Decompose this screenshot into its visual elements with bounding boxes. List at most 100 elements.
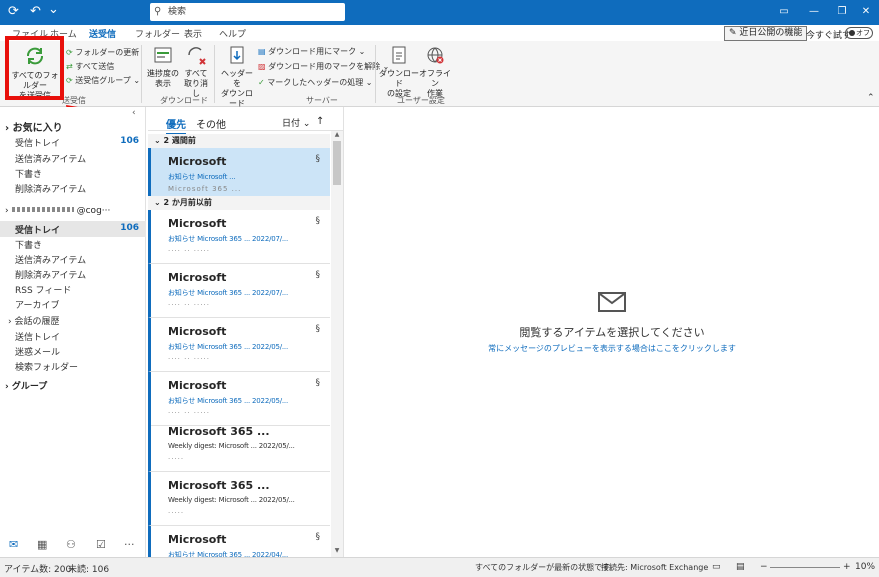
list-item[interactable]: Microsoft § お知らせ Microsoft ... Microsoft…: [148, 148, 330, 202]
sidebar-item-inbox[interactable]: 受信トレイ: [15, 223, 60, 236]
mark-download-button[interactable]: ▤ ダウンロード用にマーク ⌄: [258, 46, 365, 57]
preview: ···· ·· ·····: [168, 247, 210, 255]
quick-access-menu-icon[interactable]: ⌄: [48, 2, 59, 17]
sort-by-date[interactable]: 日付 ⌄: [282, 116, 310, 129]
show-progress-button[interactable]: 進捗度の 表示: [145, 45, 181, 89]
tasks-icon[interactable]: ☑: [96, 538, 106, 551]
show-progress-label-2: 表示: [155, 79, 171, 88]
zoom-slider[interactable]: [770, 567, 840, 568]
list-item[interactable]: Microsoft 365 ... Weekly digest: Microso…: [148, 418, 330, 472]
restore-ribbon-icon[interactable]: ▭: [771, 4, 797, 20]
tab-other[interactable]: その他: [196, 116, 226, 131]
preview: ·····: [168, 455, 185, 463]
cancel-all-button[interactable]: すべて 取り消し: [181, 45, 211, 99]
try-now-toggle[interactable]: オフ: [845, 27, 873, 39]
sidebar-item-deleted[interactable]: 削除済みアイテム: [15, 268, 86, 281]
sidebar-item-drafts[interactable]: 下書き: [15, 238, 42, 251]
download-headers-button[interactable]: ヘッダーを ダウンロード: [218, 45, 256, 109]
scroll-down-icon[interactable]: ▼: [331, 547, 343, 557]
sidebar-item-junk[interactable]: 迷惑メール: [15, 345, 60, 358]
message-list-scrollbar[interactable]: ▲ ▼: [331, 131, 343, 557]
sidebar-item-outbox[interactable]: 送信トレイ: [15, 330, 60, 343]
send-all-button[interactable]: ⇄ すべて送信: [66, 61, 114, 72]
unmark-download-button[interactable]: ▨ ダウンロード用のマークを解除 ⌄: [258, 61, 389, 72]
always-preview-link[interactable]: 常にメッセージのプレビューを表示する場合はここをクリックします: [345, 343, 879, 354]
process-marked-icon: ✓: [258, 78, 265, 87]
download-settings-icon: [392, 46, 406, 64]
normal-view-icon[interactable]: ▭: [712, 562, 721, 572]
account-header[interactable]: › @cog···: [5, 206, 110, 216]
zoom-in-icon[interactable]: +: [843, 562, 851, 572]
minimize-button[interactable]: —: [801, 4, 827, 20]
sidebar-item-rss[interactable]: RSS フィード: [15, 283, 71, 296]
search-input[interactable]: ⚲ 検索: [150, 3, 345, 21]
sidebar-item-search-folders[interactable]: 検索フォルダー: [15, 360, 78, 373]
list-item[interactable]: Microsoft § お知らせ Microsoft 365 ... 2022/…: [148, 318, 330, 372]
calendar-icon[interactable]: ▦: [37, 538, 47, 551]
maximize-button[interactable]: ❐: [829, 4, 855, 20]
undo-icon[interactable]: ↶: [30, 4, 41, 19]
subject: お知らせ Microsoft ...: [168, 173, 236, 181]
attachment-icon: §: [315, 270, 321, 280]
message-list: 優先 その他 日付 ⌄ ↑ ⌄ 2 週間前 Microsoft § お知らせ M…: [148, 107, 344, 577]
subject: お知らせ Microsoft 365 ... 2022/05/...: [168, 343, 288, 351]
coming-soon-label: 近日公開の機能: [739, 28, 803, 38]
folder-pane: ‹ › お気に入り 受信トレイ 106 送信済みアイテム 下書き 削除済みアイテ…: [0, 107, 146, 532]
collapse-pane-icon[interactable]: ‹: [132, 108, 136, 118]
sidebar-item-sent[interactable]: 送信済みアイテム: [15, 253, 86, 266]
coming-soon-button[interactable]: ✎ 近日公開の機能: [724, 26, 808, 41]
work-offline-button[interactable]: オフライン 作業: [418, 45, 452, 99]
list-item[interactable]: Microsoft § お知らせ Microsoft 365 ... 2022/…: [148, 210, 330, 264]
reading-pane-title: 閲覧するアイテムを選択してください: [519, 326, 705, 339]
mark-download-label: ダウンロード用にマーク: [268, 47, 357, 56]
tab-folder[interactable]: フォルダー: [135, 27, 180, 40]
progress-window-icon: [154, 47, 172, 63]
sidebar-item-favorites-deleted[interactable]: 削除済みアイテム: [15, 182, 86, 195]
groups-header[interactable]: › グループ: [5, 379, 47, 392]
refresh-folder-icon: ⟳: [66, 48, 73, 57]
tab-focused[interactable]: 優先: [166, 116, 186, 135]
collapse-ribbon-icon[interactable]: ⌃: [867, 93, 875, 103]
ribbon-divider: [141, 45, 142, 103]
ribbon: すべてのフォルダー を送受信 ⟳ フォルダーの更新 ⇄ すべて送信 ⟳ 送受信グ…: [0, 41, 879, 109]
more-icon[interactable]: ···: [124, 538, 135, 551]
sidebar-item-favorites-sent[interactable]: 送信済みアイテム: [15, 152, 86, 165]
process-marked-button[interactable]: ✓ マークしたヘッダーの処理 ⌄: [258, 77, 373, 88]
unmark-download-label: ダウンロード用のマークを解除: [268, 62, 381, 71]
cancel-sync-icon: [188, 47, 206, 65]
scroll-thumb[interactable]: [333, 141, 341, 185]
attachment-icon: §: [315, 154, 321, 164]
download-headers-label-2: ダウンロード: [221, 89, 253, 108]
sidebar-item-favorites-drafts[interactable]: 下書き: [15, 167, 42, 180]
close-button[interactable]: ✕: [853, 4, 879, 20]
sort-direction-icon[interactable]: ↑: [316, 116, 324, 127]
sync-icon[interactable]: ⟳: [8, 4, 19, 19]
sidebar-item-archive[interactable]: アーカイブ: [15, 298, 59, 311]
sort-label: 日付: [282, 119, 301, 129]
group-label: 2 週間前: [163, 136, 196, 145]
favorites-header[interactable]: › お気に入り: [5, 119, 63, 134]
group-header[interactable]: ⌄ 2 週間前: [148, 134, 330, 148]
tab-view[interactable]: 表示: [184, 27, 202, 40]
send-receive-groups-button[interactable]: ⟳ 送受信グループ ⌄: [66, 75, 140, 86]
sync-status: すべてのフォルダーが最新の状態です。: [475, 563, 618, 572]
zoom-out-icon[interactable]: −: [760, 562, 768, 572]
module-nav: ✉ ▦ ⚇ ☑ ···: [0, 532, 146, 557]
download-settings-button[interactable]: ダウンロード の設定: [379, 45, 419, 99]
reading-view-icon[interactable]: ▤: [736, 562, 745, 572]
update-folder-button[interactable]: ⟳ フォルダーの更新: [66, 47, 139, 58]
preview: ···· ·· ·····: [168, 301, 210, 309]
scroll-up-icon[interactable]: ▲: [331, 131, 343, 141]
sidebar-item-conversation-history[interactable]: › 会話の履歴: [8, 314, 59, 327]
mail-icon[interactable]: ✉: [9, 538, 18, 551]
group-header[interactable]: ⌄ 2 か月前以前: [148, 196, 330, 210]
envelope-icon: [598, 292, 626, 312]
title-bar: ⟳ ↶ ⌄ ⚲ 検索 ▭ — ❐ ✕: [0, 0, 879, 25]
tab-help[interactable]: ヘルプ: [219, 27, 246, 40]
list-item[interactable]: Microsoft 365 ... Weekly digest: Microso…: [148, 472, 330, 526]
list-item[interactable]: Microsoft § お知らせ Microsoft 365 ... 2022/…: [148, 264, 330, 318]
people-icon[interactable]: ⚇: [66, 538, 76, 551]
sidebar-item-favorites-inbox[interactable]: 受信トレイ: [15, 136, 60, 149]
sender: Microsoft: [168, 271, 227, 284]
subject: お知らせ Microsoft 365 ... 2022/07/...: [168, 289, 288, 297]
